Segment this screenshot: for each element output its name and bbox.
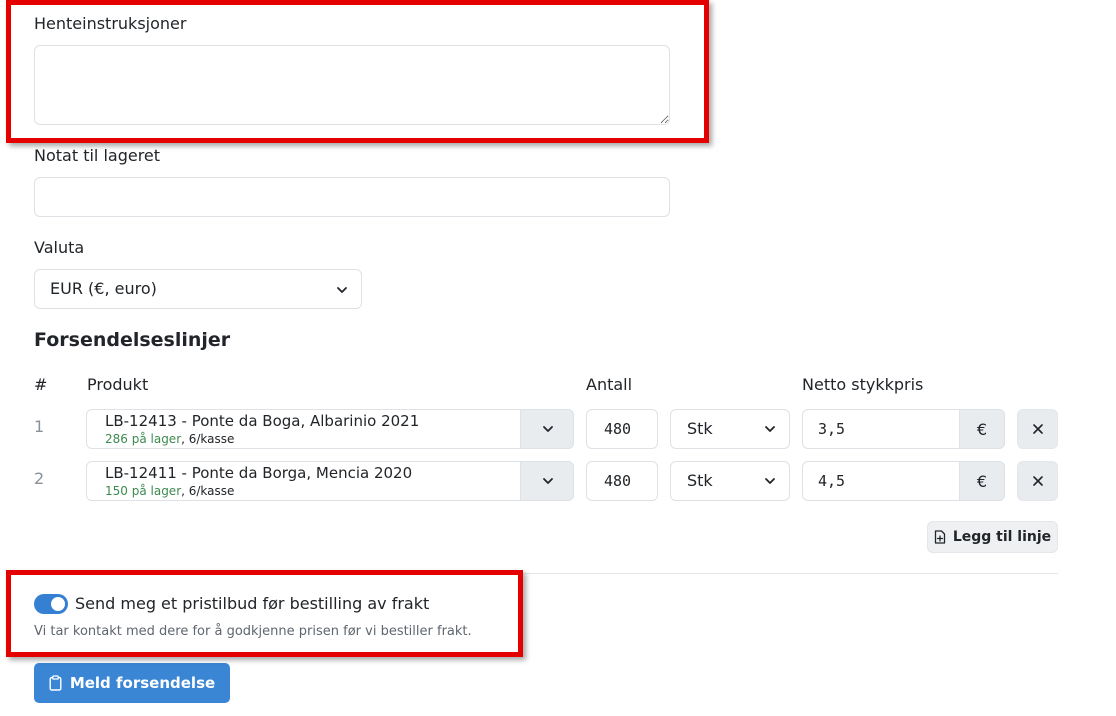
currency-addon: €: [959, 461, 1005, 501]
product-dropdown-toggle[interactable]: [520, 461, 574, 501]
unit-price-input[interactable]: 4,5 €: [802, 461, 1005, 501]
chevron-down-icon: [765, 478, 775, 484]
currency-select[interactable]: EUR (€, euro): [34, 269, 362, 309]
quantity-value: 480: [604, 472, 632, 490]
product-name: LB-12411 - Ponte da Borga, Mencia 2020: [105, 464, 413, 482]
stock-count: 150 på lager: [105, 484, 182, 498]
row-number: 2: [34, 469, 45, 488]
product-select[interactable]: LB-12411 - Ponte da Borga, Mencia 2020 1…: [86, 461, 574, 501]
add-line-label: Legg til linje: [952, 529, 1052, 545]
unit-value: Stk: [687, 419, 713, 438]
product-dropdown-toggle[interactable]: [520, 409, 574, 449]
product-select[interactable]: LB-12413 - Ponte da Boga, Albarinio 2021…: [86, 409, 574, 449]
highlight-box-quote-toggle: [6, 570, 523, 657]
col-header-number: #: [34, 375, 48, 394]
submit-shipment-label: Meld forsendelse: [69, 674, 216, 692]
col-header-quantity: Antall: [586, 375, 633, 394]
unit-select[interactable]: Stk: [670, 461, 790, 501]
product-name: LB-12413 - Ponte da Boga, Albarinio 2021: [105, 412, 420, 430]
col-header-net-unit-price: Netto stykkpris: [802, 375, 924, 394]
warehouse-note-input[interactable]: [34, 177, 670, 217]
stock-count: 286 på lager: [105, 432, 182, 446]
product-meta: 150 på lager, 6/kasse: [105, 484, 234, 498]
unit-price-value: 3,5: [818, 420, 846, 438]
close-icon: [1032, 424, 1043, 434]
file-plus-icon: [934, 530, 945, 544]
remove-line-button[interactable]: [1017, 409, 1058, 449]
clipboard-icon: [49, 675, 62, 691]
col-header-product: Produkt: [87, 375, 149, 394]
close-icon: [1032, 476, 1043, 486]
chevron-down-icon: [765, 426, 775, 432]
highlight-box-pickup-instructions: [6, 0, 709, 143]
currency-label: Valuta: [34, 238, 85, 257]
product-meta: 286 på lager, 6/kasse: [105, 432, 234, 446]
unit-price-input[interactable]: 3,5 €: [802, 409, 1005, 449]
shipment-lines-title: Forsendelseslinjer: [34, 329, 231, 351]
currency-select-value: EUR (€, euro): [50, 279, 157, 298]
quantity-input[interactable]: 480: [586, 461, 658, 501]
chevron-down-icon: [543, 426, 553, 432]
unit-select[interactable]: Stk: [670, 409, 790, 449]
add-line-button[interactable]: Legg til linje: [927, 521, 1058, 553]
submit-shipment-button[interactable]: Meld forsendelse: [34, 663, 230, 703]
quantity-input[interactable]: 480: [586, 409, 658, 449]
unit-value: Stk: [687, 471, 713, 490]
warehouse-note-label: Notat til lageret: [34, 146, 161, 165]
pack-size: , 6/kasse: [181, 432, 235, 446]
remove-line-button[interactable]: [1017, 461, 1058, 501]
chevron-down-icon: [337, 287, 347, 293]
chevron-down-icon: [543, 478, 553, 484]
quantity-value: 480: [604, 420, 632, 438]
pack-size: , 6/kasse: [181, 484, 235, 498]
row-number: 1: [34, 417, 45, 436]
currency-addon: €: [959, 409, 1005, 449]
unit-price-value: 4,5: [818, 472, 846, 490]
